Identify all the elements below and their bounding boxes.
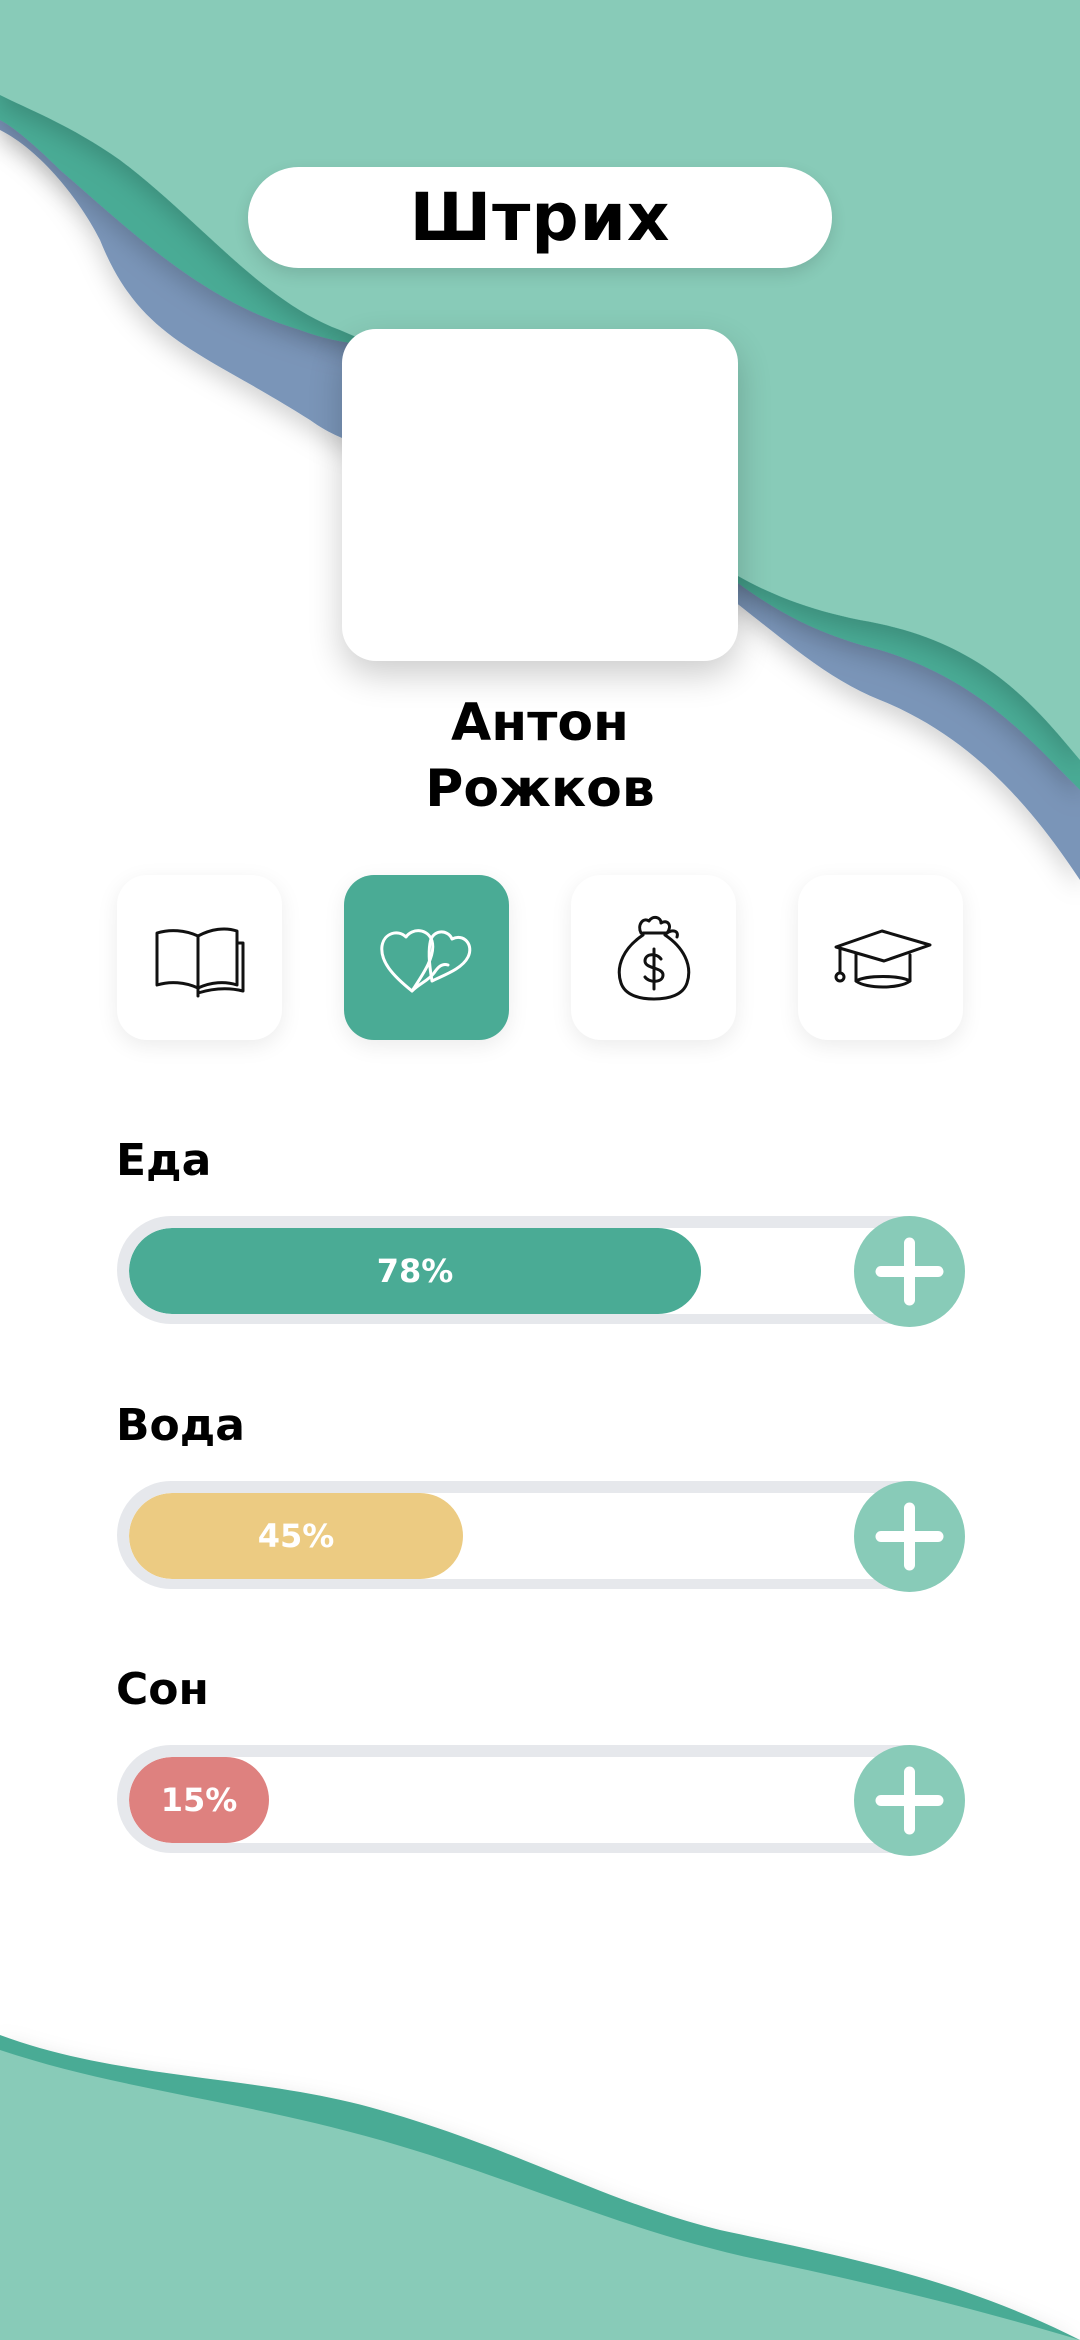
graduation-cap-icon	[834, 929, 931, 988]
money-bag-icon	[617, 915, 690, 1000]
add-food-button[interactable]	[854, 1216, 965, 1327]
stat-percent-food: 78%	[376, 1252, 454, 1290]
plus-icon	[875, 1237, 944, 1306]
stat-fill-sleep: 15%	[129, 1757, 269, 1843]
last-name: Рожков	[425, 759, 655, 819]
stat-percent-water: 45%	[257, 1517, 335, 1555]
stat-percent-sleep: 15%	[160, 1781, 238, 1819]
app-title: Штрих	[409, 179, 671, 256]
stat-fill-water: 45%	[129, 1493, 463, 1579]
stat-label-food: Еда	[116, 1135, 212, 1186]
category-book-button[interactable]	[117, 875, 282, 1040]
category-money-button[interactable]	[571, 875, 736, 1040]
plus-icon	[875, 1766, 944, 1835]
avatar[interactable]	[342, 329, 738, 661]
category-education-button[interactable]	[798, 875, 963, 1040]
profile-name: Антон Рожков	[340, 690, 740, 822]
hearts-icon	[379, 928, 471, 992]
stat-track-water: 45%	[117, 1481, 960, 1589]
category-hearts-button[interactable]	[344, 875, 509, 1040]
stat-label-water: Вода	[116, 1400, 245, 1451]
stat-track-sleep: 15%	[117, 1745, 960, 1853]
plus-icon	[875, 1502, 944, 1571]
stat-label-sleep: Сон	[116, 1664, 209, 1715]
book-icon	[155, 926, 244, 997]
stat-fill-food: 78%	[129, 1228, 701, 1314]
first-name: Антон	[451, 693, 629, 753]
add-water-button[interactable]	[854, 1481, 965, 1592]
add-sleep-button[interactable]	[854, 1745, 965, 1856]
app-title-pill: Штрих	[248, 167, 832, 268]
stat-track-food: 78%	[117, 1216, 960, 1324]
